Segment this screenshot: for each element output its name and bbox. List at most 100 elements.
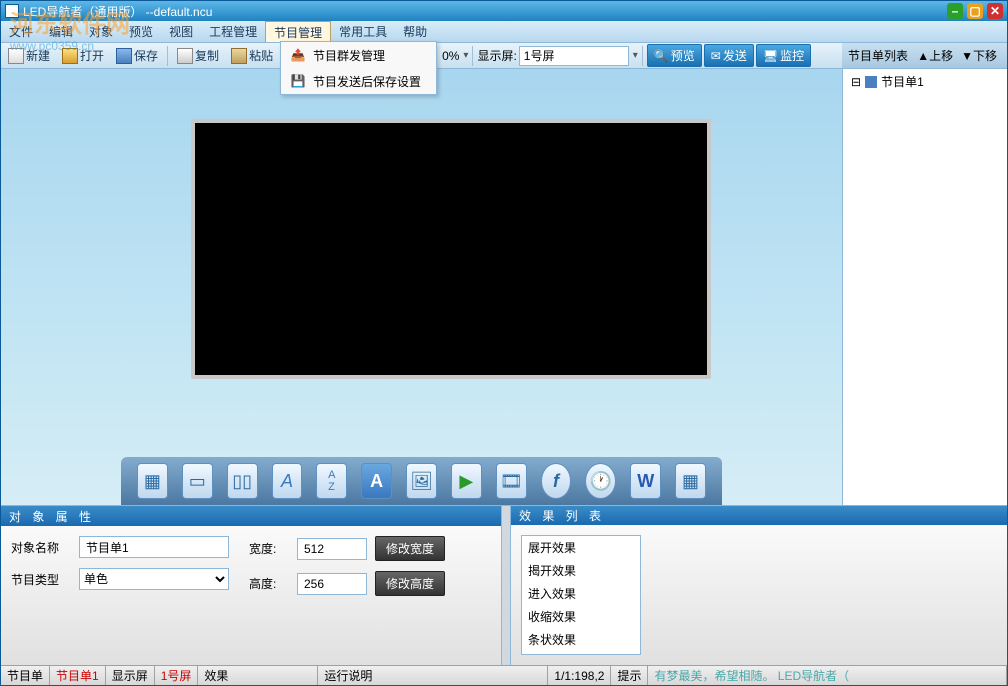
menu-edit[interactable]: 编辑	[41, 21, 81, 42]
send-button[interactable]: ✉发送	[704, 44, 754, 67]
effects-header: 效 果 列 表	[511, 506, 1007, 525]
word-icon[interactable]: W	[630, 463, 661, 499]
open-button[interactable]: 打开	[57, 44, 109, 67]
separator	[642, 46, 643, 66]
status-effect: 效果	[198, 666, 318, 685]
effect-item[interactable]: 揭开效果	[522, 559, 640, 582]
font-a-icon[interactable]: A	[272, 463, 303, 499]
monitor-icon: 🖥	[763, 49, 778, 63]
status-marquee: 有梦最美，希望相随。 LED导航者（	[648, 666, 1007, 685]
flash-icon[interactable]: f	[541, 463, 572, 499]
clock-icon[interactable]: 🕐	[585, 463, 616, 499]
status-screen-value: 1号屏	[155, 666, 199, 685]
chevron-down-icon[interactable]: ▾	[463, 50, 468, 61]
modify-height-button[interactable]: 修改高度	[375, 571, 445, 596]
program-menu-dropdown: 📤 节目群发管理 💾 节目发送后保存设置	[280, 41, 437, 95]
copy-icon	[177, 48, 193, 64]
close-button[interactable]: ✕	[987, 3, 1003, 19]
menu-preview[interactable]: 预览	[121, 21, 161, 42]
props-header: 对 象 属 性	[1, 506, 501, 526]
width-input[interactable]	[297, 538, 367, 560]
modify-width-button[interactable]: 修改宽度	[375, 536, 445, 561]
status-screen-label: 显示屏	[106, 666, 155, 685]
programlist-title: 节目单列表	[848, 47, 908, 64]
statusbar: 节目单 节目单1 显示屏 1号屏 效果 运行说明 1/1:198,2 提示 有梦…	[1, 665, 1007, 685]
titlebar: LED导航者（通用版） --default.ncu – ▢ ✕	[1, 1, 1007, 21]
menu-tools[interactable]: 常用工具	[331, 21, 395, 42]
effect-item[interactable]: 进入效果	[522, 582, 640, 605]
broadcast-icon: 📤	[287, 46, 309, 64]
separator	[167, 46, 168, 66]
program-list-panel: ⊟ 节目单1	[842, 69, 1007, 505]
program-icon	[865, 76, 877, 88]
window-title: LED导航者（通用版） --default.ncu	[23, 3, 947, 20]
search-icon: 🔍	[654, 49, 669, 63]
screen-label: 显示屏:	[477, 47, 516, 64]
folder-open-icon	[62, 48, 78, 64]
menu-program[interactable]: 节目管理	[265, 21, 331, 42]
book-icon[interactable]: ▯▯	[227, 463, 258, 499]
menu-help[interactable]: 帮助	[395, 21, 435, 42]
separator	[472, 46, 473, 66]
menu-object[interactable]: 对象	[81, 21, 121, 42]
height-input[interactable]	[297, 573, 367, 595]
table-icon[interactable]: ▦	[675, 463, 706, 499]
width-label: 宽度:	[249, 540, 289, 557]
chevron-down-icon[interactable]: ▾	[633, 50, 638, 61]
status-position: 1/1:198,2	[548, 666, 611, 685]
move-up-button[interactable]: ▲上移	[913, 47, 957, 64]
monitor-button[interactable]: 🖥监控	[756, 44, 811, 67]
film-icon[interactable]: 🎞	[496, 463, 527, 499]
page-icon[interactable]: ▭	[182, 463, 213, 499]
app-logo-icon	[5, 4, 19, 18]
type-label: 节目类型	[11, 571, 71, 588]
tree-item-label: 节目单1	[881, 73, 924, 90]
effect-item[interactable]: 展开效果	[522, 536, 640, 559]
panel-splitter[interactable]	[501, 506, 511, 665]
image-icon[interactable]: 🖼	[406, 463, 437, 499]
status-hint-label: 提示	[611, 666, 648, 685]
menu-item-save-after-send[interactable]: 💾 节目发送后保存设置	[281, 68, 436, 94]
height-label: 高度:	[249, 575, 289, 592]
paste-button[interactable]: 粘贴	[226, 44, 278, 67]
maximize-button[interactable]: ▢	[967, 3, 983, 19]
save-settings-icon: 💾	[287, 72, 309, 90]
zoom-value: 0%	[442, 49, 459, 63]
effect-list[interactable]: 展开效果 揭开效果 进入效果 收缩效果 条状效果 滚动效果	[521, 535, 641, 655]
main-area: ▦ ▭ ▯▯ A AZ A 🖼 ▶ 🎞 f 🕐 W ▦ ⊟ 节目单1	[1, 69, 1007, 505]
font-bold-icon[interactable]: A	[361, 463, 392, 499]
move-down-button[interactable]: ▼下移	[957, 47, 1001, 64]
play-icon[interactable]: ▶	[451, 463, 482, 499]
programlist-header: 节目单列表 ▲上移 ▼下移	[842, 43, 1007, 69]
effect-item[interactable]: 滚动效果	[522, 651, 640, 655]
status-program-label: 节目单	[1, 666, 50, 685]
save-button[interactable]: 保存	[111, 44, 163, 67]
name-label: 对象名称	[11, 539, 71, 556]
tree-item-program[interactable]: ⊟ 节目单1	[843, 69, 1007, 94]
menu-item-label: 节目发送后保存设置	[313, 73, 421, 90]
menu-project[interactable]: 工程管理	[201, 21, 265, 42]
new-button[interactable]: 新建	[3, 44, 55, 67]
tree-icon: ⊟	[851, 75, 861, 89]
new-icon	[8, 48, 24, 64]
menubar: 文件 编辑 对象 预览 视图 工程管理 节目管理 常用工具 帮助	[1, 21, 1007, 43]
canvas-area[interactable]: ▦ ▭ ▯▯ A AZ A 🖼 ▶ 🎞 f 🕐 W ▦	[1, 69, 842, 505]
menu-view[interactable]: 视图	[161, 21, 201, 42]
effect-item[interactable]: 收缩效果	[522, 605, 640, 628]
type-select[interactable]: 单色	[79, 568, 229, 590]
layout-icon[interactable]: ▦	[137, 463, 168, 499]
menu-item-broadcast[interactable]: 📤 节目群发管理	[281, 42, 436, 68]
screen-select[interactable]	[519, 46, 629, 66]
envelope-icon: ✉	[711, 49, 721, 63]
minimize-button[interactable]: –	[947, 3, 963, 19]
preview-button[interactable]: 🔍预览	[647, 44, 702, 67]
copy-button[interactable]: 复制	[172, 44, 224, 67]
name-input[interactable]	[79, 536, 229, 558]
paste-icon	[231, 48, 247, 64]
bottom-panels: 对 象 属 性 对象名称 节目类型 单色 宽	[1, 505, 1007, 665]
led-screen-preview[interactable]	[191, 119, 711, 379]
menu-file[interactable]: 文件	[1, 21, 41, 42]
effect-item[interactable]: 条状效果	[522, 628, 640, 651]
menu-item-label: 节目群发管理	[313, 47, 385, 64]
font-az-icon[interactable]: AZ	[316, 463, 347, 499]
